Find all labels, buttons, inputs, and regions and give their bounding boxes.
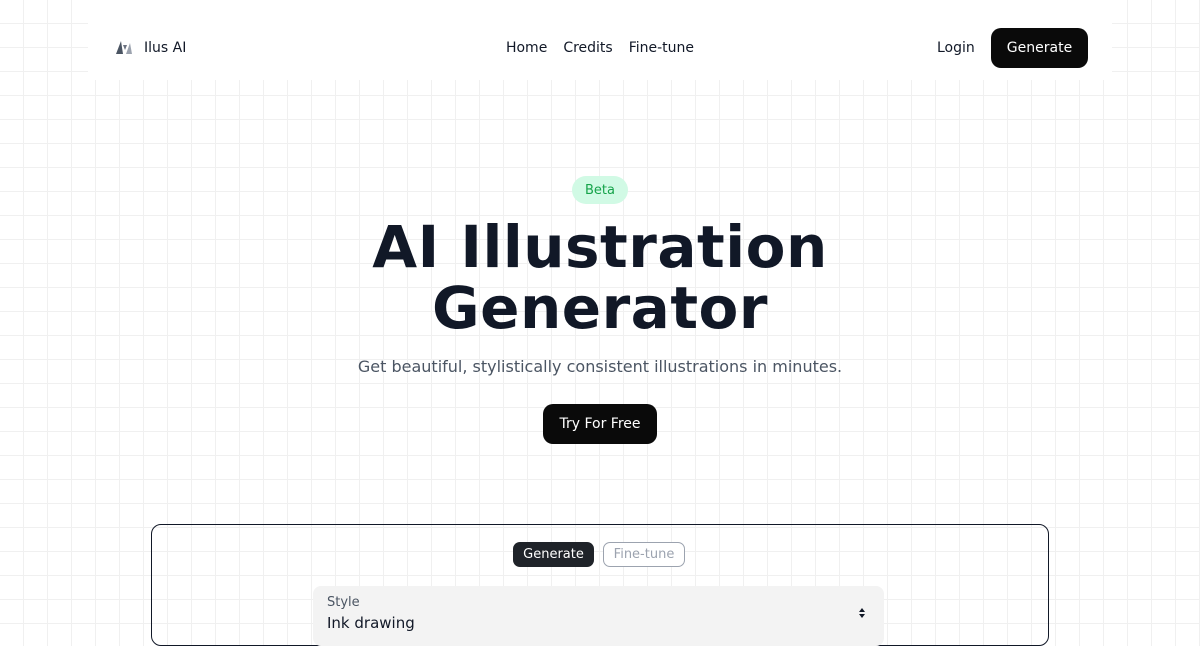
hero-title-line2: Generator bbox=[432, 274, 768, 342]
select-arrows-icon bbox=[859, 608, 865, 618]
style-select[interactable]: Style Ink drawing bbox=[313, 586, 884, 646]
style-value: Ink drawing bbox=[327, 614, 415, 632]
generate-button[interactable]: Generate bbox=[991, 28, 1088, 68]
style-label: Style bbox=[327, 595, 360, 610]
nav-credits[interactable]: Credits bbox=[563, 38, 612, 58]
hero-title-line1: AI Illustration bbox=[372, 213, 828, 281]
try-for-free-button[interactable]: Try For Free bbox=[543, 404, 657, 444]
hero-subtitle: Get beautiful, stylistically consistent … bbox=[357, 357, 843, 376]
tab-generate[interactable]: Generate bbox=[513, 542, 594, 567]
site-header: Ilus AI Home Credits Fine-tune Login Gen… bbox=[88, 0, 1112, 80]
nav-home[interactable]: Home bbox=[506, 38, 547, 58]
nav-fine-tune[interactable]: Fine-tune bbox=[629, 38, 694, 58]
tab-fine-tune[interactable]: Fine-tune bbox=[603, 542, 685, 567]
login-link[interactable]: Login bbox=[937, 38, 975, 58]
beta-badge: Beta bbox=[572, 176, 628, 204]
hero-title: AI Illustration Generator bbox=[0, 217, 1200, 339]
